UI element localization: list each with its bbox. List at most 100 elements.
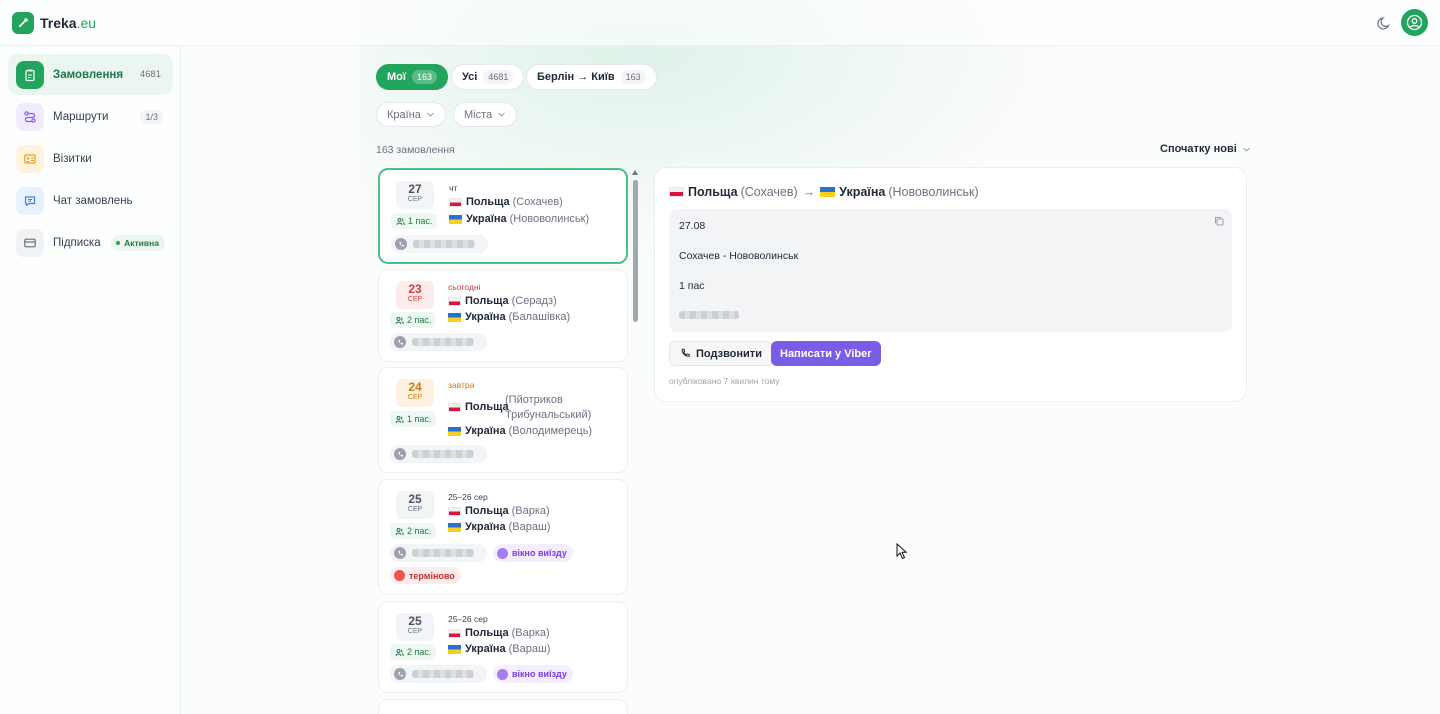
sidebar-item-cards[interactable]: Візитки: [8, 138, 173, 179]
tab-route-berlin-kyiv[interactable]: Берлін → Київ 163: [526, 64, 657, 90]
order-card[interactable]: 27 СЕР 1 пас. чт Польща (Сохачев) Україна…: [378, 168, 628, 264]
phone-pill[interactable]: [390, 544, 487, 562]
users-icon: [396, 217, 405, 225]
from-country: Польща: [688, 185, 738, 199]
to-country: Україна: [465, 643, 506, 655]
route-from: Польща: [448, 401, 512, 413]
date-day: 25: [408, 492, 422, 506]
phone-icon: [395, 238, 407, 250]
poland-flag-icon: [448, 402, 461, 412]
window-label: вікно виїзду: [512, 548, 567, 558]
country-filter[interactable]: Країна: [376, 102, 446, 127]
sort-label: Спочатку нові: [1160, 143, 1237, 155]
sidebar-item-label: Візитки: [53, 152, 92, 165]
passengers-count: 2 пас.: [407, 315, 432, 325]
published-time: опубліковано 7 хвилин тому: [669, 376, 780, 386]
ukraine-flag-icon: [448, 426, 461, 436]
from-city: (Варка): [511, 505, 550, 517]
hidden-phone: [412, 670, 474, 678]
sort-dropdown[interactable]: Спочатку нові: [1160, 143, 1251, 155]
route-from: Польща (Варка): [448, 627, 550, 639]
tab-label: Берлін → Київ: [537, 71, 615, 83]
hidden-phone: [412, 450, 474, 458]
to-city: (Вараш): [508, 643, 551, 655]
order-detail-panel: Польща (Сохачев) → Україна (Нововолинськ…: [654, 167, 1247, 402]
to-country: Україна: [839, 185, 886, 199]
tab-all[interactable]: Усі 4681: [451, 64, 525, 90]
status-badge: Активна: [111, 234, 165, 251]
id-card-icon: [16, 144, 44, 173]
date-day: 24: [408, 380, 422, 394]
passengers-count: 1 пас.: [408, 216, 433, 226]
filter-label: Міста: [464, 108, 493, 121]
to-city: (Балашівка): [508, 311, 571, 323]
moon-icon[interactable]: [1376, 14, 1394, 32]
passengers-badge: 2 пас.: [390, 312, 437, 328]
viber-button[interactable]: Написати у Viber: [771, 341, 881, 366]
phone-pill[interactable]: [390, 333, 487, 351]
ukraine-flag-icon: [449, 214, 462, 224]
order-message: 27.08 Сохачев - Нововолинськ 1 пас: [669, 209, 1232, 332]
sidebar: Замовлення 4681 Маршрути 1/3 Візитки Чат…: [0, 46, 181, 714]
alert-icon: [394, 570, 405, 581]
credit-card-icon: [16, 228, 44, 257]
scroll-up-arrow[interactable]: [632, 170, 638, 175]
call-button[interactable]: Подзвонити: [669, 341, 773, 366]
order-card[interactable]: 24 СЕР 1 пас. завтра Польща (Пйотриков Т…: [378, 367, 628, 473]
passengers-badge: 1 пас.: [391, 213, 438, 229]
to-city: (Володимерець): [508, 425, 593, 437]
phone-icon: [394, 668, 406, 680]
phone-icon: [681, 348, 690, 357]
ukraine-flag-icon: [448, 644, 461, 654]
phone-pill[interactable]: [391, 235, 488, 253]
poland-flag-icon: [448, 628, 461, 638]
to-city: (Нововолинськ): [509, 213, 590, 225]
list-scrollbar[interactable]: [633, 180, 638, 322]
sidebar-item-label: Маршрути: [53, 110, 109, 123]
message-line: 27.08: [679, 220, 706, 232]
date-day: 23: [408, 282, 422, 296]
sidebar-item-count: 4681: [139, 69, 161, 80]
from-country: Польща: [466, 196, 510, 208]
users-icon: [395, 527, 404, 535]
date-month: СЕР: [407, 196, 423, 203]
tab-mine[interactable]: Мої 163: [376, 64, 449, 90]
chat-icon: [16, 186, 44, 215]
departure-window-badge: вікно виїзду: [493, 544, 573, 562]
day-label: 25–26 сер: [448, 492, 488, 502]
ukraine-flag-icon: [448, 312, 461, 322]
order-card[interactable]: 25 СЕР 2 пас. 25–26 сер Польща (Варка) Ук…: [378, 479, 628, 595]
date-badge: 23 СЕР: [396, 281, 434, 309]
route-icon: [16, 102, 44, 131]
from-country: Польща: [465, 401, 509, 413]
poland-flag-icon: [448, 506, 461, 516]
order-card[interactable]: 23 СЕР 2 пас. сьогодні Польща (Серадз) Ук…: [378, 269, 628, 362]
sidebar-item-orders[interactable]: Замовлення 4681: [8, 54, 173, 95]
route-arrow: →: [802, 185, 816, 199]
message-line: Сохачев - Нововолинськ: [679, 250, 799, 262]
phone-pill[interactable]: [390, 665, 487, 683]
copy-icon[interactable]: [1214, 216, 1224, 226]
user-circle-icon[interactable]: [1401, 9, 1428, 36]
day-label: сьогодні: [448, 282, 481, 292]
date-day: 27: [408, 182, 422, 196]
clipboard-icon: [16, 60, 44, 89]
passengers-badge: 2 пас.: [390, 644, 437, 660]
city-filter[interactable]: Міста: [453, 102, 518, 127]
sidebar-item-chat[interactable]: Чат замовлень: [8, 180, 173, 221]
passengers-badge: 2 пас.: [390, 523, 437, 539]
order-card[interactable]: [378, 699, 628, 714]
chevron-down-icon: [427, 112, 434, 117]
phone-pill[interactable]: [390, 445, 487, 463]
logo[interactable]: Treka.eu: [12, 12, 96, 34]
detail-route-title: Польща (Сохачев) → Україна (Нововолинськ…: [669, 185, 979, 199]
passengers-count: 1 пас.: [407, 414, 432, 424]
route-to: Україна (Вараш): [448, 643, 550, 655]
sidebar-item-subscription[interactable]: Підписка Активна: [8, 222, 173, 263]
from-city: (Сохачев): [740, 185, 798, 199]
date-month: СЕР: [407, 296, 423, 303]
route-to: Україна (Володимерець): [448, 425, 592, 437]
sidebar-item-routes[interactable]: Маршрути 1/3: [8, 96, 173, 137]
order-card[interactable]: 25 СЕР 2 пас. 25–26 сер Польща (Варка) Ук…: [378, 601, 628, 693]
top-header: Treka.eu: [0, 0, 1440, 46]
